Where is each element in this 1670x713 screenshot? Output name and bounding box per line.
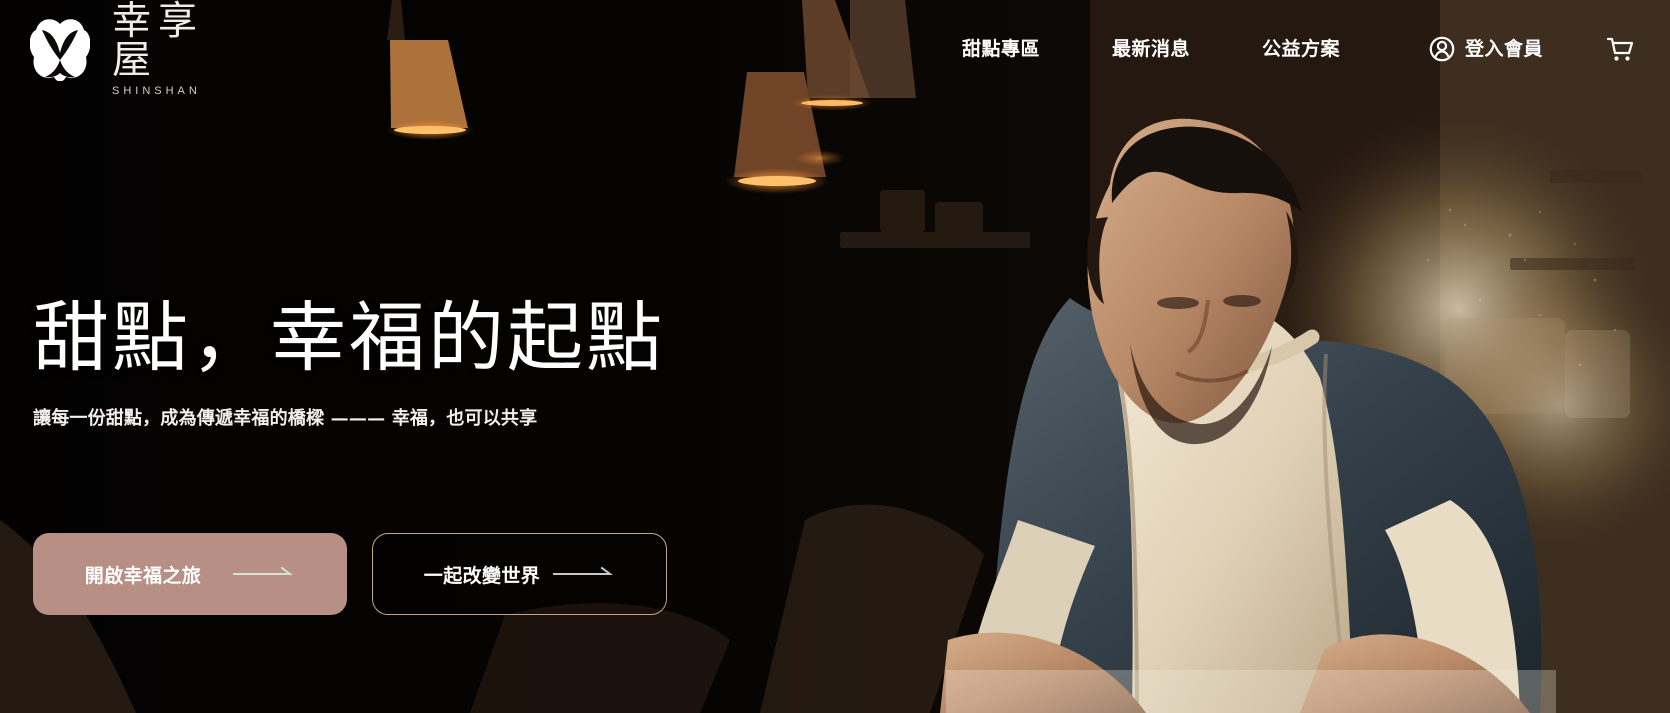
start-happiness-journey-button[interactable]: 開啟幸福之旅 [33,533,347,615]
flower-cup-logo-icon [30,19,90,81]
brand-name: 幸享屋 [112,0,205,83]
brand-text-group: 幸享屋 SHINSHAN [112,2,240,97]
nav-link-news[interactable]: 最新消息 [1112,34,1190,64]
nav-link-sweets[interactable]: 甜點專區 [962,34,1040,64]
hero-title: 甜點，幸福的起點 [33,293,665,382]
nav-link-charity[interactable]: 公益方案 [1262,34,1340,64]
hero-content: 甜點，幸福的起點 讓每一份甜點，成為傳遞幸福的橋樑 ——— 幸福，也可以共享 [33,298,793,430]
site-header: 幸享屋 SHINSHAN 甜點專區 最新消息 公益方案 登入會員 [0,0,1670,100]
brand-subtitle: SHINSHAN [112,84,201,97]
hero-subtitle: 讓每一份甜點，成為傳遞幸福的橋樑 ——— 幸福，也可以共享 [33,407,538,429]
arrow-right-icon [233,566,294,575]
shopping-cart-icon [1606,37,1634,61]
brand-logo-link[interactable]: 幸享屋 SHINSHAN [30,2,240,96]
start-happiness-journey-label: 開啟幸福之旅 [84,564,202,587]
member-login-button[interactable]: 登入會員 [1428,34,1543,64]
main-navigation: 甜點專區 最新消息 公益方案 登入會員 [962,34,1635,64]
member-login-label: 登入會員 [1465,38,1544,60]
arrow-right-icon [553,566,614,575]
change-world-together-label: 一起改變世界 [423,564,541,587]
hero-cta-group: 開啟幸福之旅 一起改變世界 [33,533,667,615]
change-world-together-button[interactable]: 一起改變世界 [372,533,667,615]
shopping-cart-button[interactable] [1605,34,1635,64]
user-circle-icon [1429,36,1455,62]
hero-page: 幸享屋 SHINSHAN 甜點專區 最新消息 公益方案 登入會員 甜點，幸福的起… [0,0,1670,713]
